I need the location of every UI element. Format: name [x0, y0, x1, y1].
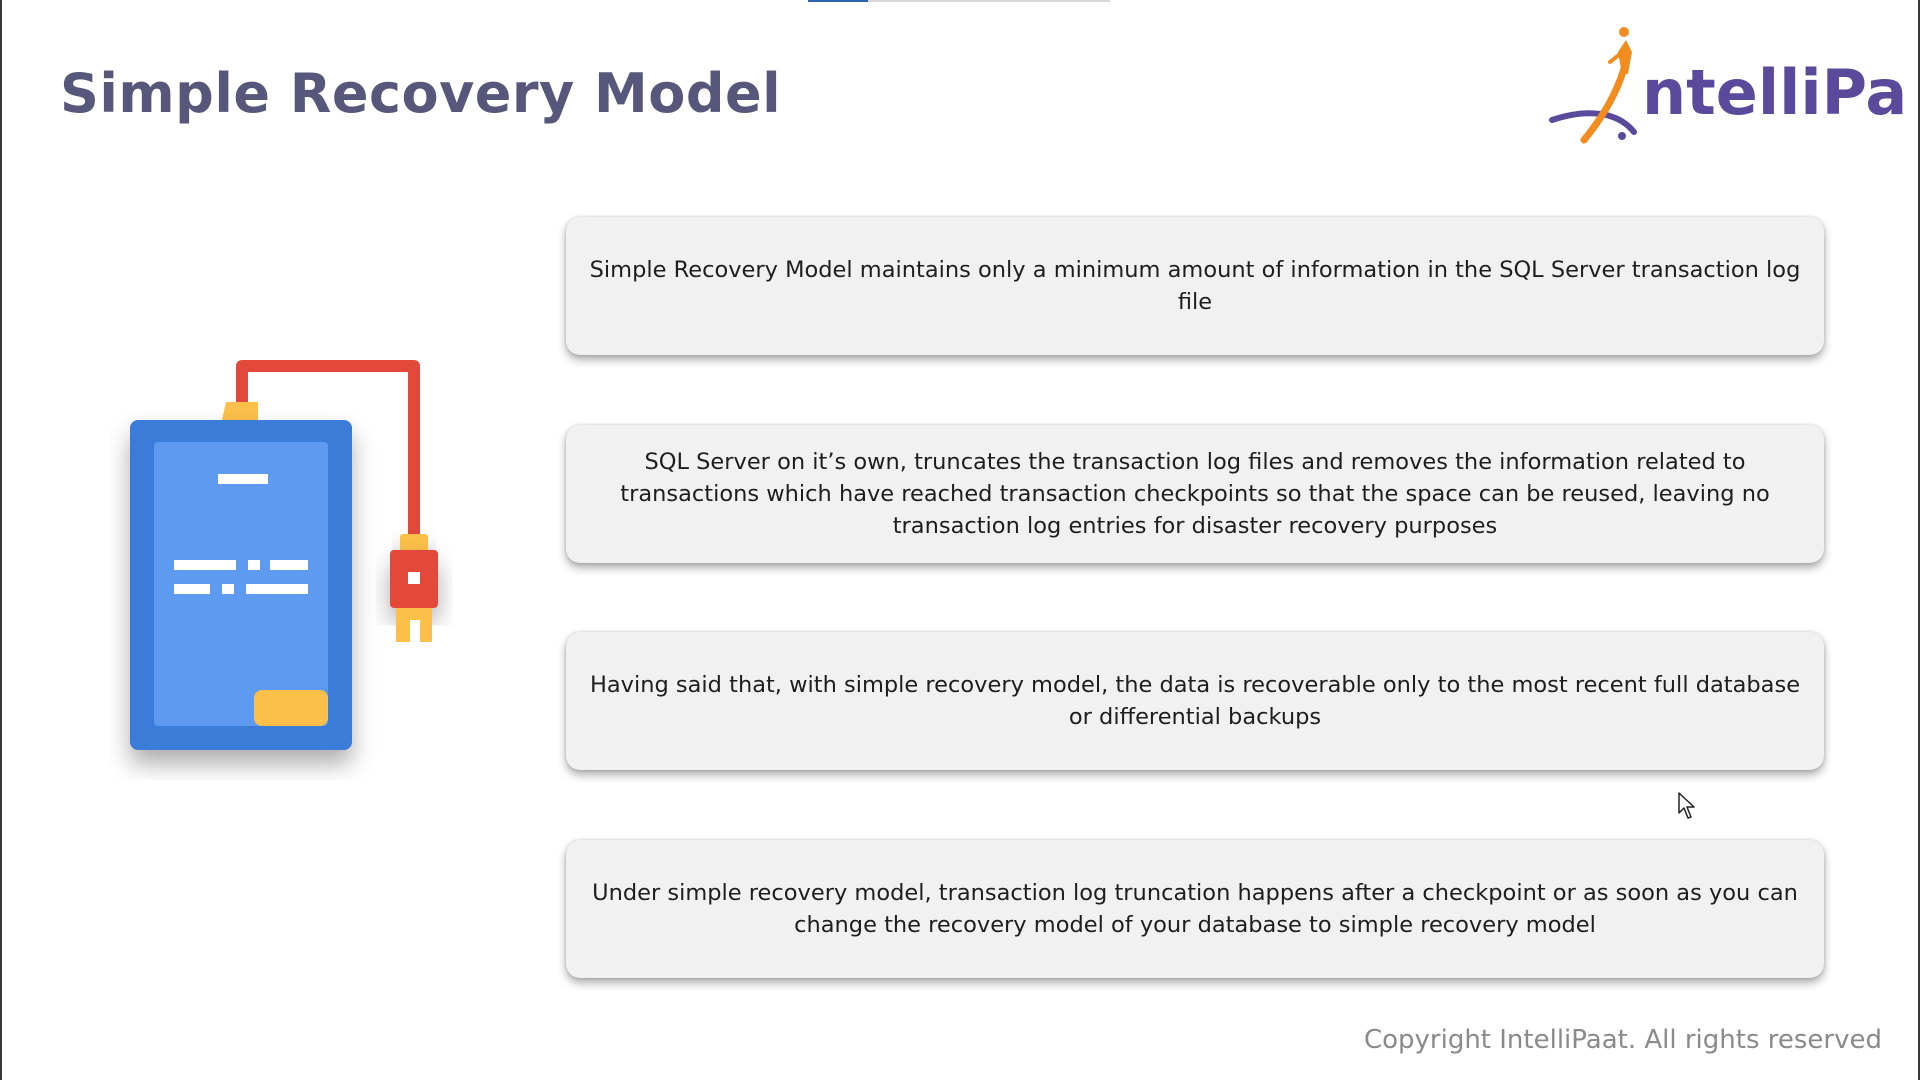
video-progress-fill	[808, 0, 868, 2]
info-card-4: Under simple recovery model, transaction…	[566, 840, 1824, 978]
video-progress-bar[interactable]	[808, 0, 1110, 2]
intellipaat-logo: ntelliPaat	[1548, 22, 1920, 152]
slide-title: Simple Recovery Model	[60, 62, 782, 125]
external-hard-drive-icon	[110, 350, 470, 780]
info-card-3: Having said that, with simple recovery m…	[566, 632, 1824, 770]
info-card-2: SQL Server on it’s own, truncates the tr…	[566, 425, 1824, 563]
left-frame-border	[0, 0, 2, 1080]
info-card-1-text: Simple Recovery Model maintains only a m…	[589, 257, 1801, 315]
mouse-pointer-icon	[1677, 791, 1697, 821]
info-card-1: Simple Recovery Model maintains only a m…	[566, 217, 1824, 355]
svg-text:ntelliPaat: ntelliPaat	[1642, 56, 1908, 129]
info-card-2-text: SQL Server on it’s own, truncates the tr…	[620, 449, 1770, 539]
info-card-3-text: Having said that, with simple recovery m…	[589, 672, 1801, 730]
copyright-notice: Copyright IntelliPaat. All rights reserv…	[1363, 1025, 1882, 1055]
info-card-4-text: Under simple recovery model, transaction…	[592, 880, 1798, 938]
